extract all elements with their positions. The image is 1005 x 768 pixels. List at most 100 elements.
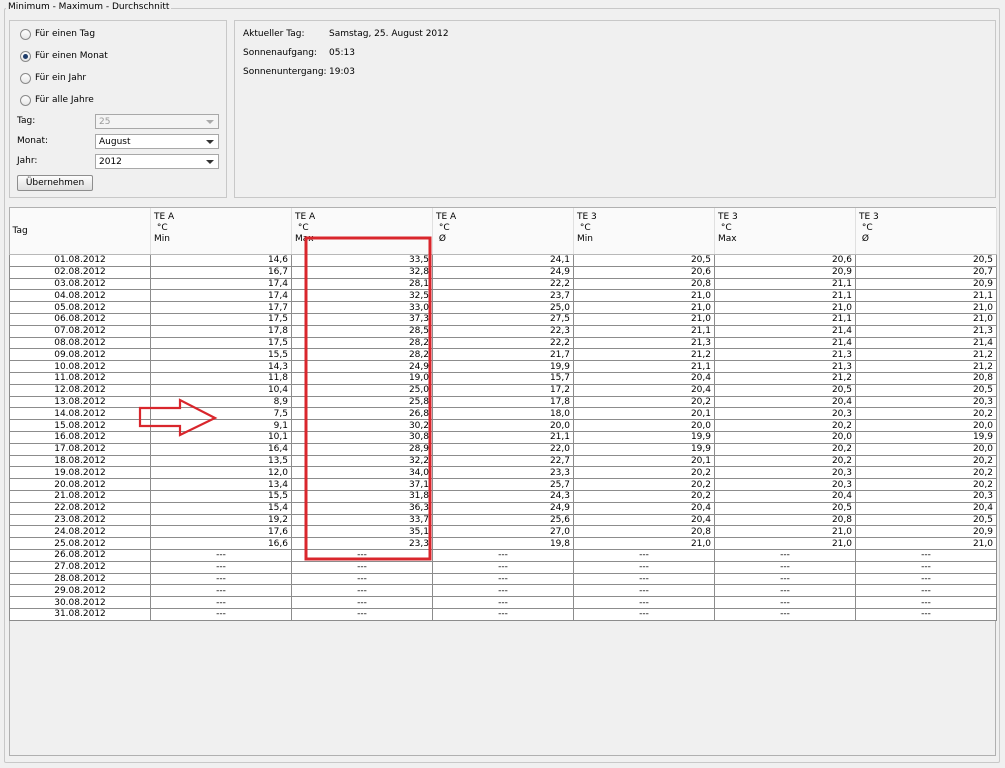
table-cell[interactable]: --- bbox=[714, 607, 856, 621]
table-row[interactable]: 15.08.2012 9,1 30,2 20,0 20,0 20,2 20,0 bbox=[9, 419, 997, 432]
table-cell[interactable]: 20,1 bbox=[573, 407, 715, 421]
table-cell[interactable]: --- bbox=[291, 548, 433, 562]
table-cell[interactable]: 23,7 bbox=[432, 289, 574, 303]
table-cell[interactable]: 21,4 bbox=[855, 336, 997, 350]
table-cell[interactable]: 17,8 bbox=[432, 395, 574, 409]
table-cell[interactable]: 25,7 bbox=[432, 478, 574, 491]
table-cell[interactable]: 14.08.2012 bbox=[9, 407, 151, 421]
table-cell[interactable]: --- bbox=[150, 560, 292, 574]
table-cell[interactable]: 20,5 bbox=[714, 501, 856, 515]
table-cell[interactable]: 21,7 bbox=[432, 348, 574, 362]
table-cell[interactable]: 21,0 bbox=[714, 537, 856, 550]
table-cell[interactable]: 37,1 bbox=[291, 478, 433, 491]
table-cell[interactable]: 25.08.2012 bbox=[9, 537, 151, 550]
table-cell[interactable]: 21,0 bbox=[855, 312, 997, 326]
radio-month[interactable]: Für einen Monat bbox=[20, 49, 108, 63]
table-cell[interactable]: 19,0 bbox=[291, 371, 433, 385]
table-cell[interactable]: 21,1 bbox=[714, 277, 856, 291]
table-cell[interactable]: 14,6 bbox=[150, 254, 292, 267]
table-cell[interactable]: 21,4 bbox=[714, 324, 856, 338]
table-cell[interactable]: 19.08.2012 bbox=[9, 466, 151, 480]
table-cell[interactable]: --- bbox=[432, 607, 574, 621]
table-cell[interactable]: 28.08.2012 bbox=[9, 572, 151, 586]
table-row[interactable]: 02.08.2012 16,7 32,8 24,9 20,6 20,9 20,7 bbox=[9, 265, 997, 279]
table-cell[interactable]: --- bbox=[150, 607, 292, 621]
table-cell[interactable]: 22,2 bbox=[432, 336, 574, 350]
table-cell[interactable]: 10,1 bbox=[150, 430, 292, 444]
table-cell[interactable]: 20,2 bbox=[573, 395, 715, 409]
tag-combobox[interactable]: 25 bbox=[95, 114, 219, 129]
table-row[interactable]: 24.08.2012 17,6 35,1 27,0 20,8 21,0 20,9 bbox=[9, 525, 997, 539]
table-cell[interactable]: 37,3 bbox=[291, 312, 433, 326]
table-cell[interactable]: 18,0 bbox=[432, 407, 574, 421]
table-cell[interactable]: 20,9 bbox=[855, 525, 997, 539]
table-cell[interactable]: 21,3 bbox=[855, 324, 997, 338]
table-cell[interactable]: --- bbox=[291, 584, 433, 598]
table-cell[interactable]: --- bbox=[432, 548, 574, 562]
table-cell[interactable]: 02.08.2012 bbox=[9, 265, 151, 279]
table-cell[interactable]: 21,0 bbox=[855, 537, 997, 550]
table-cell[interactable]: --- bbox=[150, 572, 292, 586]
table-row[interactable]: 12.08.2012 10,4 25,0 17,2 20,4 20,5 20,5 bbox=[9, 383, 997, 397]
table-cell[interactable]: 20,0 bbox=[573, 419, 715, 432]
table-cell[interactable]: 05.08.2012 bbox=[9, 301, 151, 314]
table-cell[interactable]: 13,4 bbox=[150, 478, 292, 491]
table-cell[interactable]: 20,8 bbox=[573, 525, 715, 539]
table-row[interactable]: 21.08.2012 15,5 31,8 24,3 20,2 20,4 20,3 bbox=[9, 489, 997, 503]
table-cell[interactable]: 28,9 bbox=[291, 442, 433, 456]
table-cell[interactable]: 20,3 bbox=[714, 478, 856, 491]
table-cell[interactable]: 31,8 bbox=[291, 489, 433, 503]
table-cell[interactable]: 15,7 bbox=[432, 371, 574, 385]
table-cell[interactable]: 23.08.2012 bbox=[9, 513, 151, 527]
table-cell[interactable]: 31.08.2012 bbox=[9, 607, 151, 621]
table-cell[interactable]: 28,2 bbox=[291, 336, 433, 350]
radio-button-icon[interactable] bbox=[20, 72, 31, 84]
table-cell[interactable]: --- bbox=[573, 548, 715, 562]
table-cell[interactable]: --- bbox=[432, 572, 574, 586]
table-cell[interactable]: 17,7 bbox=[150, 301, 292, 314]
table-cell[interactable]: 21,0 bbox=[855, 301, 997, 314]
chevron-down-icon[interactable] bbox=[206, 140, 214, 144]
column-header[interactable]: TE 3 °C Ø bbox=[855, 208, 997, 255]
table-cell[interactable]: 20,6 bbox=[573, 265, 715, 279]
monat-combobox[interactable]: August bbox=[95, 134, 219, 149]
table-cell[interactable]: 07.08.2012 bbox=[9, 324, 151, 338]
table-cell[interactable]: 12,0 bbox=[150, 466, 292, 480]
table-cell[interactable]: 21,1 bbox=[714, 289, 856, 303]
table-cell[interactable]: 22,3 bbox=[432, 324, 574, 338]
table-cell[interactable]: 26.08.2012 bbox=[9, 548, 151, 562]
table-row[interactable]: 31.08.2012 --- --- --- --- --- --- bbox=[9, 607, 997, 621]
table-cell[interactable]: --- bbox=[855, 607, 997, 621]
column-header[interactable]: Tag bbox=[9, 208, 151, 255]
table-cell[interactable]: 29.08.2012 bbox=[9, 584, 151, 598]
table-row[interactable]: 11.08.2012 11,8 19,0 15,7 20,4 21,2 20,8 bbox=[9, 371, 997, 385]
table-cell[interactable]: 20,2 bbox=[855, 407, 997, 421]
table-cell[interactable]: 10.08.2012 bbox=[9, 360, 151, 373]
table-cell[interactable]: 19,9 bbox=[432, 360, 574, 373]
column-header[interactable]: TE 3 °C Max bbox=[714, 208, 856, 255]
table-row[interactable]: 25.08.2012 16,6 23,3 19,8 21,0 21,0 21,0 bbox=[9, 537, 997, 550]
table-row[interactable]: 19.08.2012 12,0 34,0 23,3 20,2 20,3 20,2 bbox=[9, 466, 997, 480]
table-row[interactable]: 10.08.2012 14,3 24,9 19,9 21,1 21,3 21,2 bbox=[9, 360, 997, 373]
table-cell[interactable]: 17,5 bbox=[150, 336, 292, 350]
table-cell[interactable]: --- bbox=[573, 607, 715, 621]
table-cell[interactable]: 21,2 bbox=[855, 360, 997, 373]
table-cell[interactable]: 9,1 bbox=[150, 419, 292, 432]
table-cell[interactable]: --- bbox=[855, 560, 997, 574]
table-cell[interactable]: 24,9 bbox=[432, 501, 574, 515]
table-cell[interactable]: 15,4 bbox=[150, 501, 292, 515]
table-cell[interactable]: 21,3 bbox=[573, 336, 715, 350]
table-cell[interactable]: --- bbox=[714, 560, 856, 574]
table-cell[interactable]: 17,4 bbox=[150, 289, 292, 303]
table-row[interactable]: 13.08.2012 8,9 25,8 17,8 20,2 20,4 20,3 bbox=[9, 395, 997, 409]
table-cell[interactable]: 19,9 bbox=[573, 442, 715, 456]
table-cell[interactable]: 30,2 bbox=[291, 419, 433, 432]
table-cell[interactable]: 24,9 bbox=[432, 265, 574, 279]
table-row[interactable]: 18.08.2012 13,5 32,2 22,7 20,1 20,2 20,2 bbox=[9, 454, 997, 468]
table-cell[interactable]: 22.08.2012 bbox=[9, 501, 151, 515]
table-row[interactable]: 09.08.2012 15,5 28,2 21,7 21,2 21,3 21,2 bbox=[9, 348, 997, 362]
table-cell[interactable]: 32,5 bbox=[291, 289, 433, 303]
table-cell[interactable]: 27,5 bbox=[432, 312, 574, 326]
table-cell[interactable]: 20,4 bbox=[573, 371, 715, 385]
table-cell[interactable]: 21,2 bbox=[714, 371, 856, 385]
